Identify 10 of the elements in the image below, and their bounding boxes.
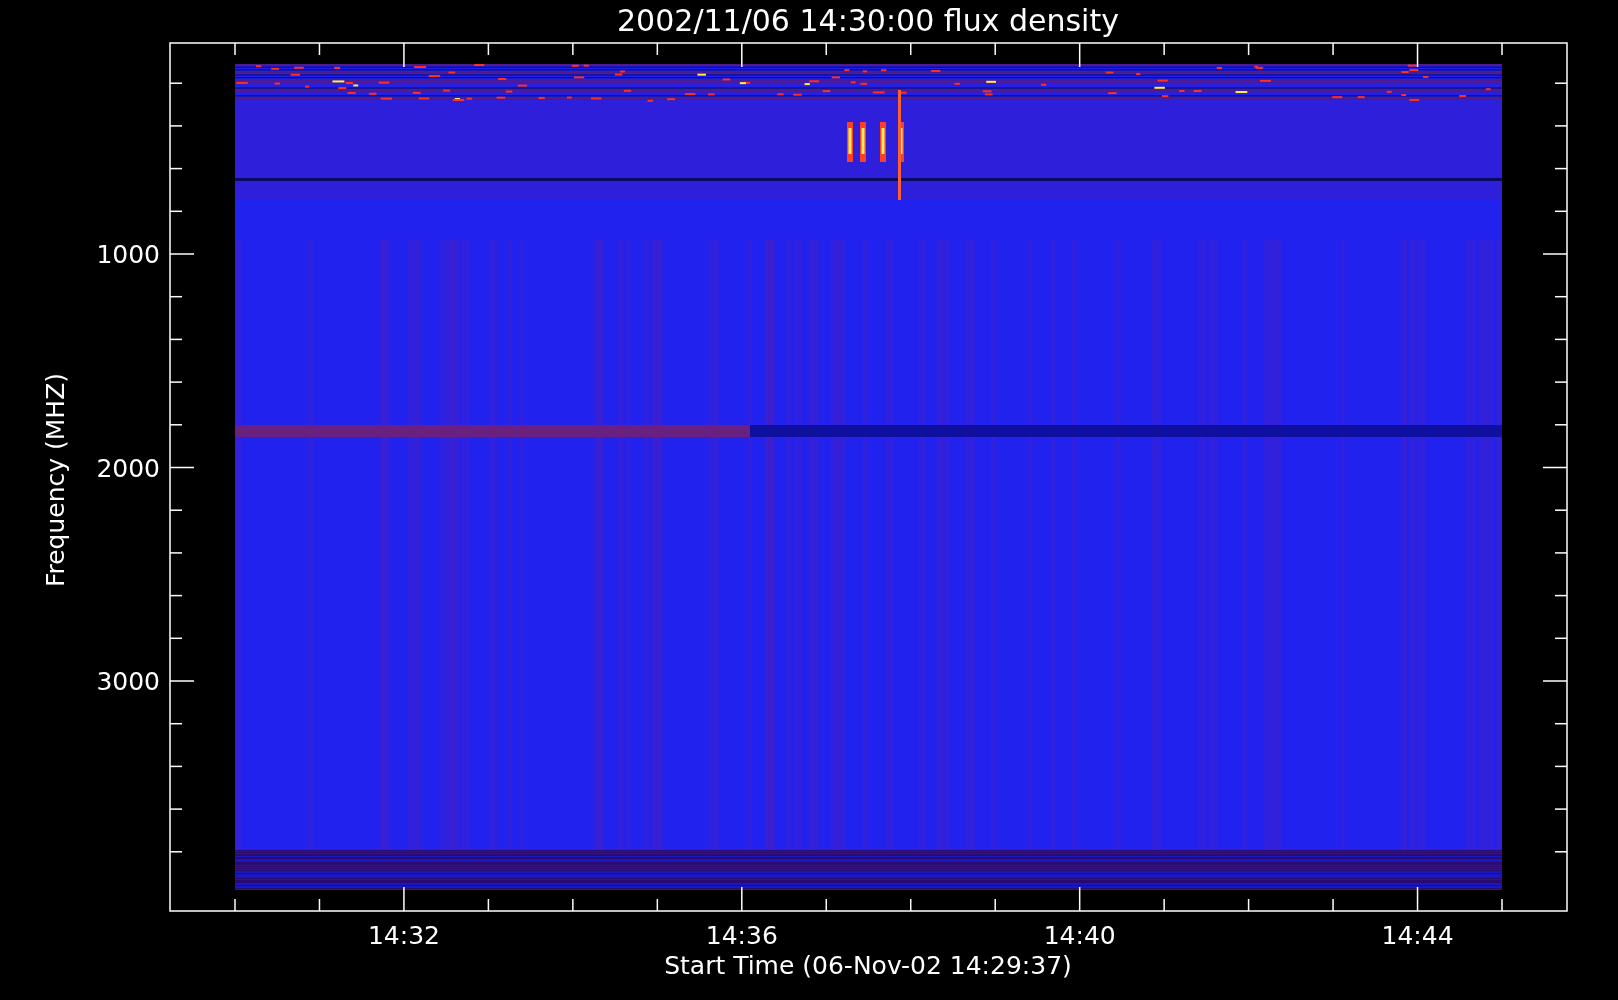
y-axis-label: Frequency (MHZ) — [41, 372, 70, 588]
x-tick-label: 14:32 — [367, 921, 440, 950]
x-tick-label: 14:36 — [705, 921, 778, 950]
y-tick-label: 2000 — [96, 453, 160, 483]
y-tick-label: 3000 — [96, 667, 160, 696]
x-tick-label: 14:44 — [1381, 921, 1454, 950]
x-tick-label: 14:40 — [1043, 921, 1116, 950]
x-axis-label: Start Time (06-Nov-02 14:29:37) — [664, 951, 1072, 980]
chart-title: 2002/11/06 14:30:00 flux density — [617, 3, 1119, 38]
y-tick-label: 1000 — [96, 240, 160, 269]
